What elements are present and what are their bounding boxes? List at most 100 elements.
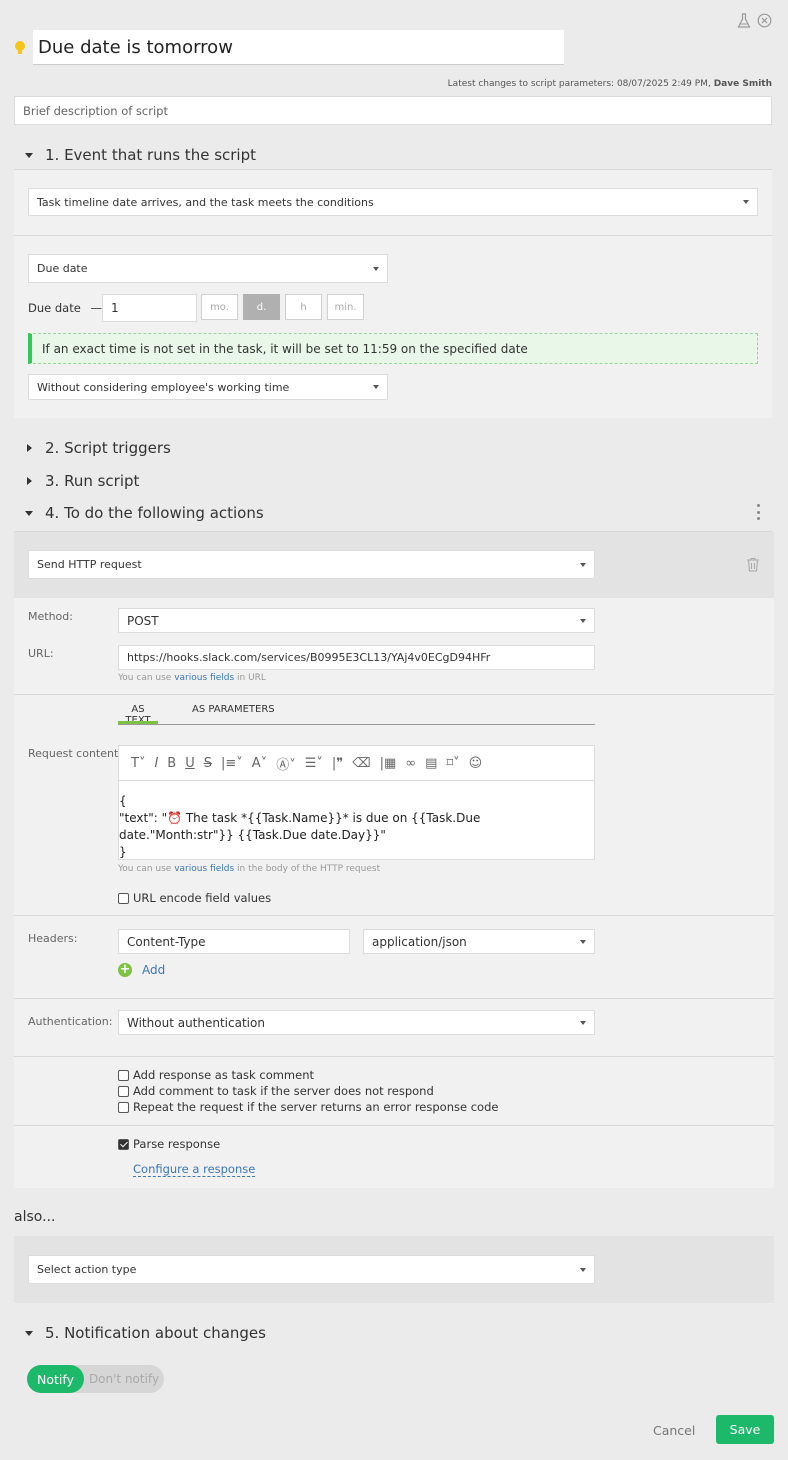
add-label: Add: [142, 963, 166, 977]
unit-day-button[interactable]: d.: [243, 294, 280, 320]
section-1-header[interactable]: 1. Event that runs the script: [25, 146, 256, 164]
flask-icon[interactable]: [737, 13, 751, 29]
trash-icon[interactable]: [746, 557, 760, 572]
info-text: If an exact time is not set in the task,…: [42, 341, 528, 356]
plus-circle-icon: +: [118, 962, 132, 977]
expand-icon: [27, 444, 32, 452]
unit-minute-button[interactable]: min.: [327, 294, 364, 320]
auth-value: Without authentication: [127, 1015, 265, 1030]
url-label: URL:: [28, 647, 54, 660]
url-value: https://hooks.slack.com/services/B0995E3…: [127, 651, 491, 664]
offset-input[interactable]: 1: [102, 294, 197, 322]
cancel-label: Cancel: [653, 1423, 696, 1438]
highlight-icon[interactable]: Ⓐ˅: [276, 754, 296, 773]
table-icon[interactable]: |▦: [380, 756, 397, 771]
add-comment-checkbox-row[interactable]: Add comment to task if the server does n…: [118, 1084, 434, 1098]
action-type-value: Send HTTP request: [37, 558, 142, 571]
also-label: also...: [14, 1209, 56, 1225]
file-icon[interactable]: ▤: [425, 756, 437, 771]
script-title-input[interactable]: Due date is tomorrow: [33, 30, 564, 65]
configure-response-link[interactable]: Configure a response: [133, 1162, 256, 1177]
emoji-icon[interactable]: ☺: [469, 756, 483, 771]
collapse-icon: [25, 152, 33, 158]
unit-month-button[interactable]: mo.: [201, 294, 238, 320]
strikethrough-icon[interactable]: S: [204, 756, 212, 771]
parse-response-checkbox[interactable]: [118, 1138, 129, 1150]
dont-notify-option[interactable]: Don't notify: [84, 1372, 164, 1386]
url-hint: You can use various fields in URL: [118, 673, 266, 683]
url-various-fields-link[interactable]: various fields: [174, 673, 234, 683]
divider: [14, 915, 774, 916]
eraser-icon[interactable]: ⌫: [352, 756, 370, 771]
parse-response-label: Parse response: [133, 1137, 221, 1151]
description-input[interactable]: Brief description of script: [14, 96, 772, 125]
body-line-1: {: [119, 794, 127, 808]
link-icon[interactable]: ∞: [405, 756, 416, 771]
section-5-header[interactable]: 5. Notification about changes: [25, 1324, 266, 1342]
working-time-select[interactable]: Without considering employee's working t…: [28, 374, 388, 400]
request-body-editor[interactable]: { "text": "⏰ The task *{{Task.Name}}* is…: [118, 781, 595, 860]
divider: [14, 235, 772, 236]
collapse-icon: [25, 510, 33, 516]
section-3-title: 3. Run script: [45, 472, 140, 490]
auth-select[interactable]: Without authentication: [118, 1010, 595, 1035]
quote-icon[interactable]: |❞: [332, 756, 343, 771]
repeat-request-checkbox[interactable]: [118, 1101, 129, 1113]
url-input[interactable]: https://hooks.slack.com/services/B0995E3…: [118, 645, 595, 670]
event-type-value: Task timeline date arrives, and the task…: [37, 195, 374, 209]
working-time-value: Without considering employee's working t…: [37, 380, 290, 394]
bold-icon[interactable]: B: [167, 756, 176, 771]
divider: [14, 998, 774, 999]
editor-toolbar: T˅ I B U S |≡˅ A˅ Ⓐ˅ ☰˅ |❞ ⌫ |▦ ∞ ▤ ⌑˅ ☺: [118, 745, 595, 781]
offset-label: Due date —: [28, 301, 102, 315]
underline-icon[interactable]: U: [185, 756, 195, 771]
divider: [14, 1056, 774, 1057]
offset-dash: —: [90, 301, 102, 315]
section-5-title: 5. Notification about changes: [45, 1324, 266, 1342]
lightbulb-icon: [14, 40, 26, 56]
italic-icon[interactable]: I: [154, 756, 158, 771]
more-menu-icon[interactable]: [755, 504, 761, 520]
header-value-select[interactable]: application/json: [363, 929, 595, 954]
bookmark-icon[interactable]: ⌑˅: [446, 756, 459, 771]
info-banner: If an exact time is not set in the task,…: [28, 333, 758, 364]
save-button[interactable]: Save: [716, 1415, 774, 1444]
action-type-select[interactable]: Send HTTP request: [28, 550, 595, 579]
list-icon[interactable]: ☰˅: [305, 756, 323, 771]
add-response-label: Add response as task comment: [133, 1068, 315, 1082]
also-action-select[interactable]: Select action type: [28, 1255, 595, 1284]
text-color-icon[interactable]: A˅: [252, 756, 267, 771]
add-comment-checkbox[interactable]: [118, 1085, 129, 1097]
repeat-request-checkbox-row[interactable]: Repeat the request if the server returns…: [118, 1100, 498, 1114]
script-title-text: Due date is tomorrow: [38, 36, 233, 58]
notify-option[interactable]: Notify: [27, 1365, 84, 1393]
event-type-select[interactable]: Task timeline date arrives, and the task…: [28, 188, 758, 216]
unit-hour-button[interactable]: h: [285, 294, 322, 320]
method-label: Method:: [28, 610, 73, 623]
notify-toggle[interactable]: Notify Don't notify: [27, 1365, 164, 1393]
also-action-placeholder: Select action type: [37, 1263, 137, 1276]
font-size-icon[interactable]: T˅: [131, 756, 145, 771]
add-response-checkbox[interactable]: [118, 1069, 129, 1081]
body-various-fields-link[interactable]: various fields: [174, 864, 234, 874]
add-response-checkbox-row[interactable]: Add response as task comment: [118, 1068, 314, 1082]
section-4-header[interactable]: 4. To do the following actions: [25, 504, 264, 522]
parse-response-checkbox-row[interactable]: Parse response: [118, 1137, 220, 1151]
url-encode-checkbox-row[interactable]: URL encode field values: [118, 891, 271, 905]
divider: [14, 1125, 774, 1126]
url-encode-checkbox[interactable]: [118, 892, 129, 904]
close-icon[interactable]: [757, 13, 772, 28]
header-name-input[interactable]: Content-Type: [118, 929, 350, 954]
section-2-header[interactable]: 2. Script triggers: [25, 439, 171, 457]
tab-as-parameters-label: AS PARAMETERS: [192, 704, 275, 715]
date-field-select[interactable]: Due date: [28, 254, 388, 283]
section-4-title: 4. To do the following actions: [45, 504, 264, 522]
add-header-button[interactable]: + Add: [118, 963, 165, 977]
url-hint-suffix: in URL: [237, 673, 266, 683]
body-hint-suffix: in the body of the HTTP request: [237, 864, 381, 874]
section-3-header[interactable]: 3. Run script: [25, 472, 139, 490]
method-select[interactable]: POST: [118, 608, 595, 633]
cancel-button[interactable]: Cancel: [653, 1423, 695, 1438]
align-icon[interactable]: |≡˅: [221, 756, 243, 771]
tab-as-parameters[interactable]: AS PARAMETERS: [192, 704, 275, 715]
